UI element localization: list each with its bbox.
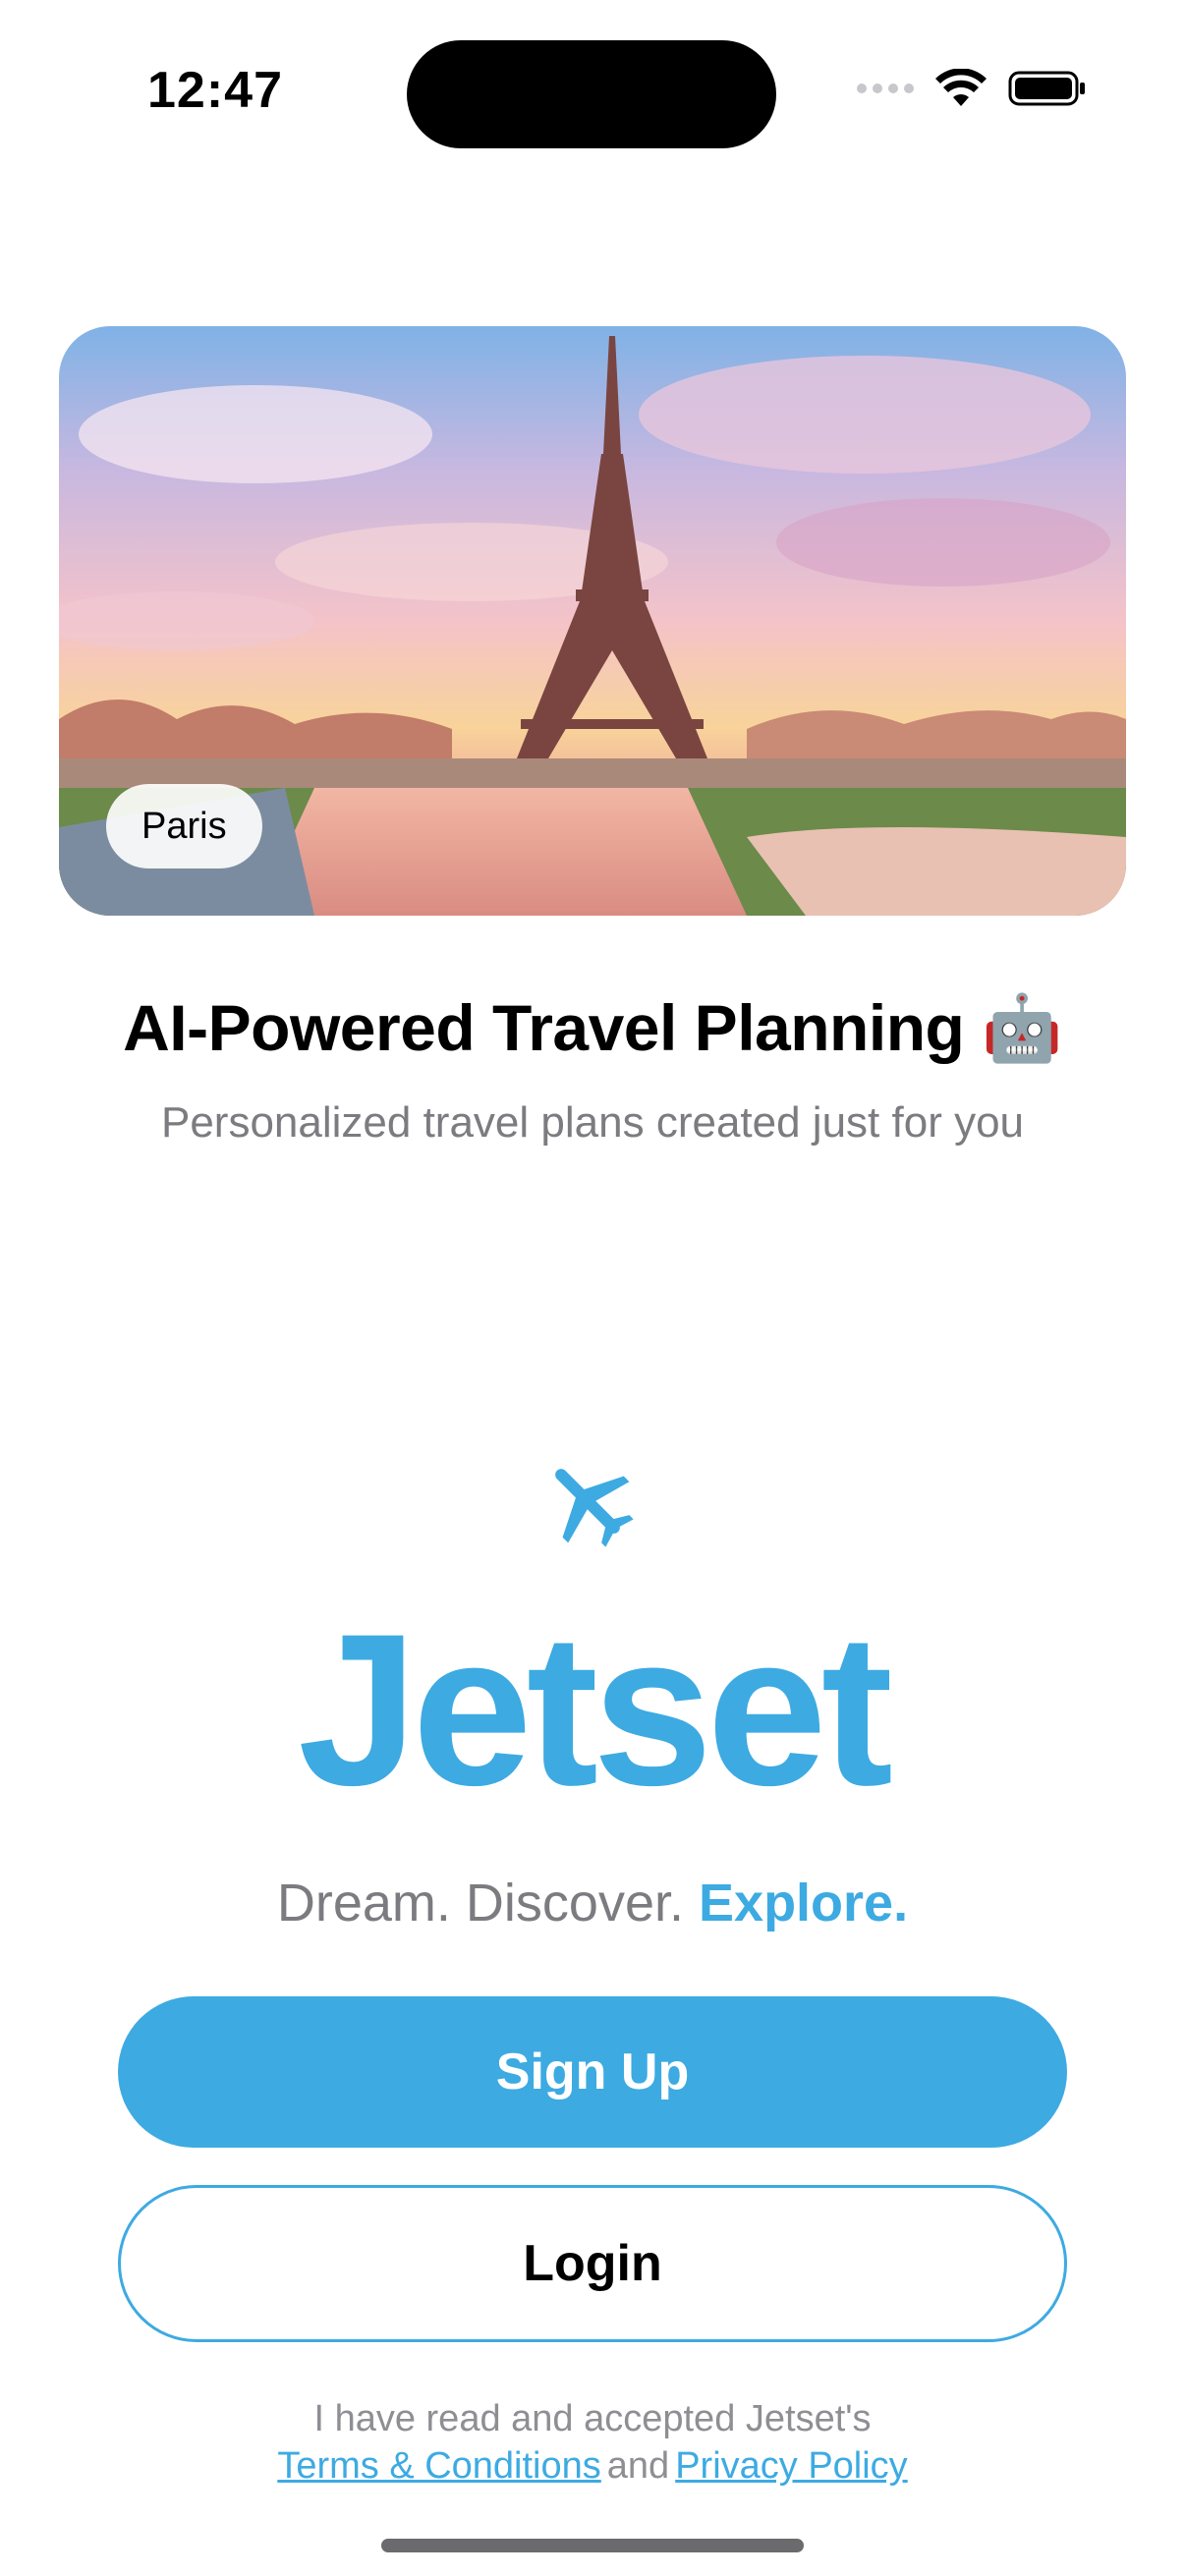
legal-notice: I have read and accepted Jetset's Terms … (0, 2395, 1185, 2490)
terms-link[interactable]: Terms & Conditions (277, 2445, 600, 2487)
page-title: AI-Powered Travel Planning 🤖 (123, 991, 1062, 1064)
hero-image-card: Paris (59, 326, 1126, 916)
brand-name: Jetset (298, 1589, 893, 1830)
city-label-badge: Paris (106, 784, 262, 868)
wifi-icon (935, 69, 987, 106)
battery-icon (1008, 71, 1085, 106)
sign-up-button[interactable]: Sign Up (118, 1996, 1067, 2148)
login-button[interactable]: Login (118, 2185, 1067, 2342)
legal-line: I have read and accepted Jetset's (313, 2398, 872, 2439)
privacy-policy-link[interactable]: Privacy Policy (675, 2445, 908, 2487)
tagline-accent: Explore. (699, 1874, 909, 1932)
page-subtitle: Personalized travel plans created just f… (160, 1098, 1025, 1147)
cellular-signal-icon (857, 84, 914, 93)
home-indicator[interactable] (381, 2539, 804, 2552)
status-time: 12:47 (147, 62, 283, 119)
dynamic-island (407, 40, 776, 148)
status-icons (857, 69, 1087, 108)
brand-tagline: Dream. Discover. Explore. (0, 1873, 1185, 1933)
airplane-icon (555, 1469, 634, 1547)
tagline-prefix: Dream. Discover. (276, 1874, 684, 1932)
legal-and-text: and (606, 2445, 670, 2487)
